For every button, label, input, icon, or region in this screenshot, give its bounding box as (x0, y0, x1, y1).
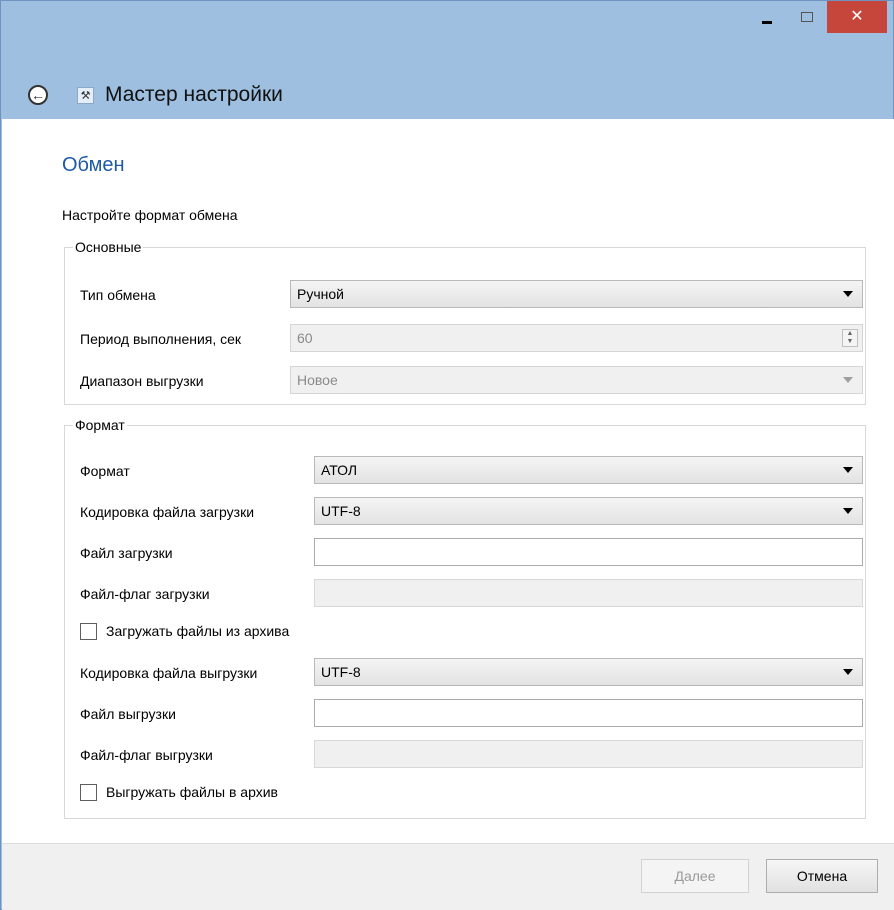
chevron-down-icon (843, 291, 853, 297)
chevron-down-icon (843, 377, 853, 383)
format-select[interactable]: АТОЛ (314, 456, 863, 484)
upload-encoding-value: UTF-8 (321, 664, 361, 680)
load-file-label: Файл загрузки (80, 545, 173, 561)
next-button-accesskey: Д (674, 868, 684, 884)
title-bar[interactable]: ✕ (1, 1, 893, 61)
page-instruction: Настройте формат обмена (62, 207, 238, 223)
format-settings-group: Формат Формат АТОЛ Кодировка файла загру… (64, 417, 866, 819)
exchange-type-value: Ручной (297, 286, 344, 302)
close-button[interactable]: ✕ (827, 1, 887, 33)
period-spinbox[interactable]: 60 ▲ ▼ (290, 324, 863, 352)
app-tool-icon: ⚒ (77, 87, 94, 104)
load-encoding-select[interactable]: UTF-8 (314, 497, 863, 525)
exchange-type-label: Тип обмена (80, 287, 156, 303)
wizard-footer: Далее Отмена (2, 843, 894, 910)
upload-file-label: Файл выгрузки (80, 706, 176, 722)
maximize-button[interactable] (787, 1, 827, 33)
upload-flag-file-label: Файл-флаг выгрузки (80, 747, 213, 763)
period-label: Период выполнения, сек (80, 331, 242, 347)
next-button[interactable]: Далее (641, 859, 749, 893)
back-arrow-icon[interactable]: ← (28, 85, 48, 105)
upload-range-select[interactable]: Новое (290, 366, 863, 394)
upload-range-value: Новое (297, 372, 338, 388)
spinner-arrows-icon[interactable]: ▲ ▼ (842, 329, 858, 347)
period-value: 60 (297, 330, 313, 346)
load-encoding-label: Кодировка файла загрузки (80, 504, 255, 520)
upload-range-label: Диапазон выгрузки (80, 373, 204, 389)
load-encoding-value: UTF-8 (321, 503, 361, 519)
upload-file-input[interactable] (314, 699, 863, 727)
cancel-button[interactable]: Отмена (766, 859, 878, 893)
page-title: Обмен (62, 154, 125, 176)
format-value: АТОЛ (321, 462, 358, 478)
app-title: Мастер настройки (105, 83, 283, 106)
app-window: ✕ ← ⚒ Мастер настройки Обмен Настройте ф… (0, 0, 894, 910)
minimize-icon (762, 20, 772, 24)
upload-encoding-label: Кодировка файла выгрузки (80, 665, 258, 681)
maximize-icon (801, 12, 813, 22)
next-button-label: алее (683, 868, 716, 884)
upload-to-archive-checkbox[interactable] (80, 784, 97, 801)
exchange-type-select[interactable]: Ручной (290, 280, 863, 308)
load-flag-file-input[interactable] (314, 579, 863, 607)
chevron-down-icon (843, 669, 853, 675)
upload-flag-file-input[interactable] (314, 740, 863, 768)
load-flag-file-label: Файл-флаг загрузки (80, 586, 210, 602)
load-from-archive-checkbox[interactable] (80, 623, 97, 640)
upload-encoding-select[interactable]: UTF-8 (314, 658, 863, 686)
load-file-input[interactable] (314, 538, 863, 566)
basic-settings-group: Основные Тип обмена Ручной Период выполн… (64, 239, 866, 405)
wizard-header: ← ⚒ Мастер настройки (1, 61, 893, 119)
wizard-page: Обмен Настройте формат обмена Основные Т… (2, 119, 894, 843)
close-icon: ✕ (850, 8, 864, 25)
format-label: Формат (80, 463, 130, 479)
upload-to-archive-label[interactable]: Выгружать файлы в архив (106, 784, 278, 800)
group-legend-format: Формат (73, 417, 127, 433)
chevron-down-icon (843, 508, 853, 514)
group-legend-basic: Основные (73, 239, 144, 255)
load-from-archive-label[interactable]: Загружать файлы из архива (106, 623, 289, 639)
chevron-down-icon (843, 467, 853, 473)
minimize-button[interactable] (747, 1, 787, 33)
